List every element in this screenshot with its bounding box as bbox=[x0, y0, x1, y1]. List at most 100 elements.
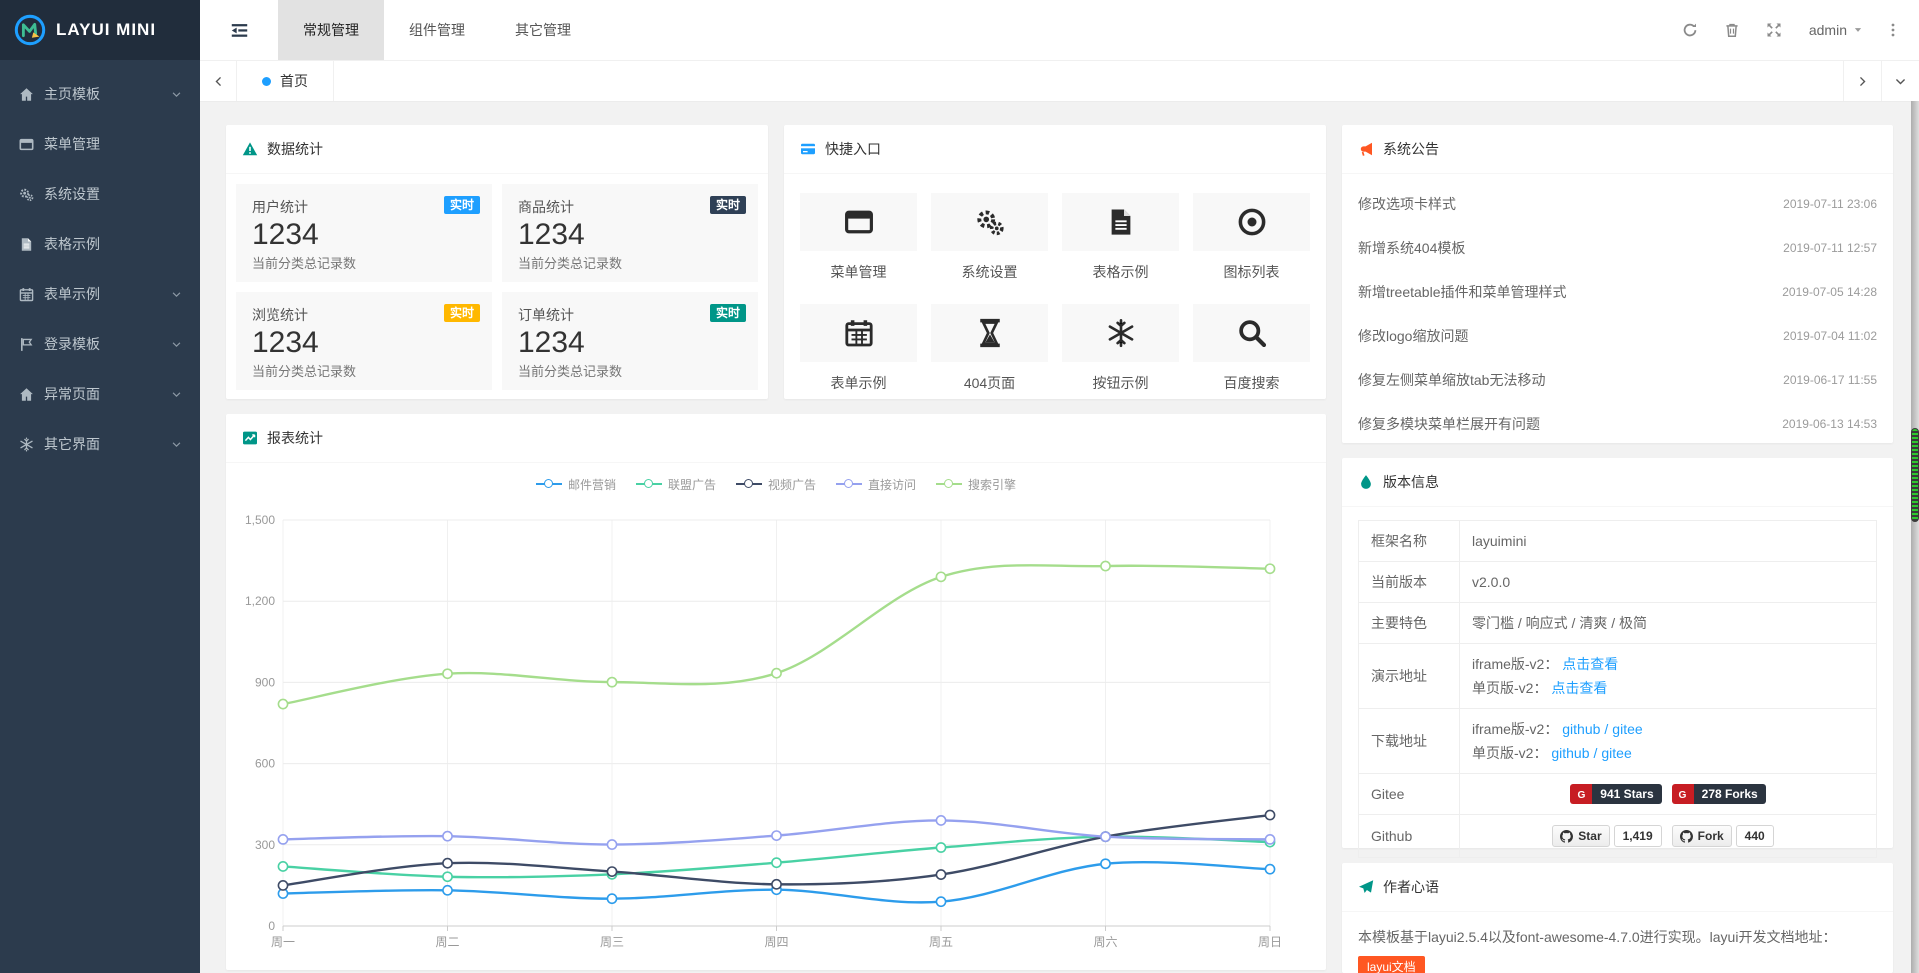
home-icon bbox=[19, 387, 34, 402]
table-row: 下载地址 iframe版-v2： github/gitee 单页版-v2： gi… bbox=[1359, 709, 1876, 774]
announcement-list: 修改选项卡样式 2019-07-11 23:06 新增系统404模板 2019-… bbox=[1342, 174, 1893, 446]
download-link-github-spa[interactable]: github bbox=[1551, 745, 1589, 761]
legend-item[interactable]: 联盟广告 bbox=[636, 476, 716, 493]
tab-scroll-right-button[interactable] bbox=[1843, 61, 1881, 101]
header-tab[interactable]: 常规管理 bbox=[278, 0, 384, 60]
svg-text:周一: 周一 bbox=[271, 935, 295, 949]
snowflake-icon bbox=[1106, 318, 1136, 348]
sidebar-item-label: 系统设置 bbox=[44, 184, 100, 204]
status-badge: 实时 bbox=[710, 196, 746, 214]
announcement-date: 2019-07-11 23:06 bbox=[1783, 197, 1877, 211]
tab-home[interactable]: 首页 bbox=[237, 61, 334, 101]
quick-entry-label: 图标列表 bbox=[1193, 262, 1310, 282]
page-tab-bar: 首页 bbox=[200, 61, 1919, 102]
refresh-button[interactable] bbox=[1669, 0, 1711, 60]
sidebar-item[interactable]: 主页模板 bbox=[0, 69, 200, 119]
tab-bar-controls bbox=[1843, 61, 1919, 101]
github-star-count[interactable]: 1,419 bbox=[1614, 825, 1662, 847]
gitee-icon: G bbox=[1676, 788, 1689, 801]
table-row: 演示地址 iframe版-v2： 点击查看 单页版-v2： 点击查看 bbox=[1359, 644, 1876, 709]
svg-text:0: 0 bbox=[268, 919, 275, 933]
svg-text:900: 900 bbox=[255, 675, 275, 689]
github-fork-count[interactable]: 440 bbox=[1736, 825, 1774, 847]
svg-text:周二: 周二 bbox=[435, 935, 459, 949]
sidebar-item[interactable]: 异常页面 bbox=[0, 369, 200, 419]
tab-operations-dropdown[interactable] bbox=[1881, 61, 1919, 101]
stats-card-header: 数据统计 bbox=[226, 125, 768, 174]
announcement-item: 修改选项卡样式 2019-07-11 23:06 bbox=[1358, 182, 1877, 226]
quick-entry[interactable]: 菜单管理 bbox=[800, 193, 917, 282]
brand[interactable]: LAYUI MINI bbox=[0, 0, 200, 60]
stats-card: 数据统计 用户统计 1234 当前分类总记录数 实时 bbox=[226, 125, 768, 399]
sidebar-item[interactable]: 表格示例 bbox=[0, 219, 200, 269]
quick-entry-label: 系统设置 bbox=[931, 262, 1048, 282]
announcement-title: 修改logo缩放问题 bbox=[1358, 326, 1468, 346]
stats-card-title: 数据统计 bbox=[267, 139, 323, 159]
legend-item[interactable]: 直接访问 bbox=[836, 476, 916, 493]
demo-link-spa[interactable]: 点击查看 bbox=[1551, 680, 1607, 696]
user-dropdown[interactable]: admin bbox=[1795, 22, 1877, 38]
quick-entry[interactable]: 百度搜索 bbox=[1193, 304, 1310, 393]
stat-box: 商品统计 1234 当前分类总记录数 实时 bbox=[502, 184, 758, 282]
caret-down-icon bbox=[1853, 25, 1863, 35]
chevron-left-icon bbox=[212, 75, 225, 88]
download-link-gitee-iframe[interactable]: gitee bbox=[1612, 721, 1642, 737]
sidebar-item[interactable]: 登录模板 bbox=[0, 319, 200, 369]
username: admin bbox=[1809, 22, 1847, 38]
bullhorn-icon bbox=[1358, 141, 1374, 157]
quick-entry[interactable]: 图标列表 bbox=[1193, 193, 1310, 282]
scrollbar-thumb[interactable] bbox=[1911, 428, 1919, 522]
report-chart-wrap: 03006009001,2001,500周一周二周三周四周五周六周日 bbox=[226, 495, 1326, 968]
more-menu-button[interactable] bbox=[1877, 0, 1909, 60]
quick-entry-card: 快捷入口 菜单管理 bbox=[784, 125, 1326, 399]
header-tabs: 常规管理 组件管理 其它管理 bbox=[278, 0, 596, 60]
demo-link-iframe[interactable]: 点击查看 bbox=[1562, 656, 1618, 672]
download-link-gitee-spa[interactable]: gitee bbox=[1601, 745, 1631, 761]
sidebar-item[interactable]: 其它界面 bbox=[0, 419, 200, 469]
chevron-right-icon bbox=[1856, 75, 1869, 88]
github-icon bbox=[1560, 830, 1573, 843]
refresh-icon bbox=[1682, 22, 1698, 38]
sidebar-item[interactable]: 系统设置 bbox=[0, 169, 200, 219]
stat-value: 1234 bbox=[252, 217, 476, 253]
svg-text:300: 300 bbox=[255, 838, 275, 852]
fullscreen-icon bbox=[1766, 22, 1782, 38]
announcement-item: 修复多模块菜单栏展开有问题 2019-06-13 14:53 bbox=[1358, 402, 1877, 446]
clear-cache-button[interactable] bbox=[1711, 0, 1753, 60]
fullscreen-button[interactable] bbox=[1753, 0, 1795, 60]
header-tab[interactable]: 其它管理 bbox=[490, 0, 596, 60]
svg-text:G: G bbox=[1577, 789, 1585, 800]
svg-text:G: G bbox=[1679, 789, 1687, 800]
quick-entry[interactable]: 按钮示例 bbox=[1062, 304, 1179, 393]
quick-entry-label: 404页面 bbox=[931, 373, 1048, 393]
gears-icon bbox=[975, 207, 1005, 237]
sidebar-item-label: 其它界面 bbox=[44, 434, 100, 454]
gitee-stars-badge[interactable]: G 941 Stars bbox=[1570, 784, 1661, 804]
chart-line-icon bbox=[242, 430, 258, 446]
sidebar-item[interactable]: 菜单管理 bbox=[0, 119, 200, 169]
legend-item[interactable]: 搜索引擎 bbox=[936, 476, 1016, 493]
author-card: 作者心语 本模板基于layui2.5.4以及font-awesome-4.7.0… bbox=[1342, 863, 1893, 973]
table-row: 框架名称 layuimini bbox=[1359, 521, 1876, 562]
announcement-title: 新增系统404模板 bbox=[1358, 238, 1465, 258]
quick-entry[interactable]: 404页面 bbox=[931, 304, 1048, 393]
svg-text:周三: 周三 bbox=[600, 935, 624, 949]
sidebar-item[interactable]: 表单示例 bbox=[0, 269, 200, 319]
github-fork-button[interactable]: Fork bbox=[1672, 825, 1732, 847]
gears-icon bbox=[19, 187, 34, 202]
legend-item[interactable]: 邮件营销 bbox=[536, 476, 616, 493]
table-row: Github Star 1,419 Fork bbox=[1359, 815, 1876, 857]
quick-entry[interactable]: 表单示例 bbox=[800, 304, 917, 393]
sidebar-collapse-button[interactable] bbox=[200, 0, 278, 60]
tab-scroll-left-button[interactable] bbox=[200, 61, 237, 101]
github-star-button[interactable]: Star bbox=[1552, 825, 1609, 847]
download-link-github-iframe[interactable]: github bbox=[1562, 721, 1600, 737]
svg-text:1,500: 1,500 bbox=[245, 513, 275, 527]
vertical-scrollbar[interactable] bbox=[1911, 101, 1919, 973]
legend-item[interactable]: 视频广告 bbox=[736, 476, 816, 493]
layui-doc-button[interactable]: layui文档 bbox=[1358, 956, 1425, 973]
header-tab[interactable]: 组件管理 bbox=[384, 0, 490, 60]
quick-entry[interactable]: 系统设置 bbox=[931, 193, 1048, 282]
gitee-forks-badge[interactable]: G 278 Forks bbox=[1672, 784, 1766, 804]
quick-entry[interactable]: 表格示例 bbox=[1062, 193, 1179, 282]
